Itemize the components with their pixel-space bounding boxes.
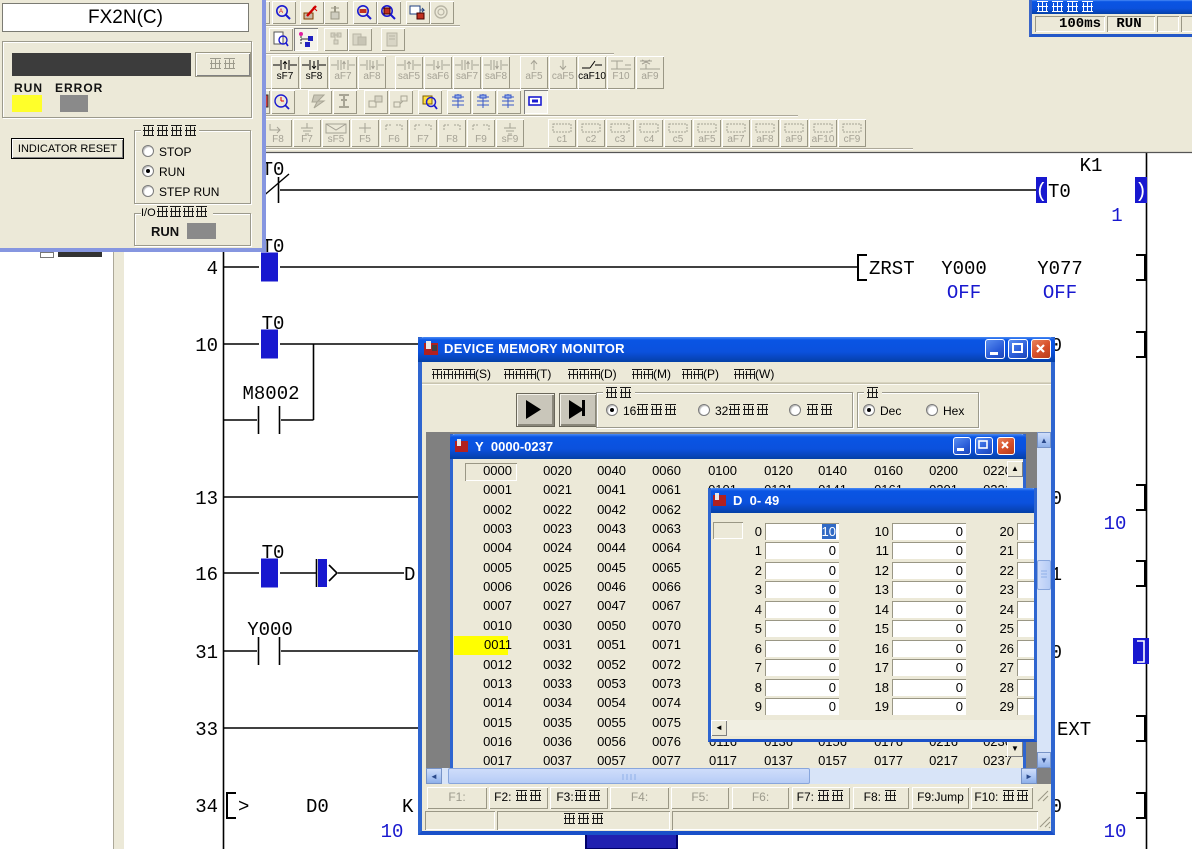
svg-text:T0: T0: [1048, 181, 1071, 203]
svg-text:31: 31: [195, 642, 218, 664]
svg-text:4: 4: [207, 258, 218, 280]
svg-text:10: 10: [1104, 821, 1127, 843]
svg-text:OFF: OFF: [1043, 282, 1077, 304]
svg-text:ZRST: ZRST: [869, 258, 915, 280]
svg-text:OFF: OFF: [947, 282, 981, 304]
svg-text:10: 10: [1104, 513, 1127, 535]
svg-text:13: 13: [195, 488, 218, 510]
svg-text:10: 10: [195, 335, 218, 357]
svg-text:K1: K1: [1080, 155, 1103, 177]
svg-text:T0: T0: [262, 542, 285, 564]
svg-text:33: 33: [195, 719, 218, 741]
svg-text:>: >: [238, 796, 249, 818]
svg-text:D0: D0: [306, 796, 329, 818]
svg-text:EXT: EXT: [1057, 719, 1091, 741]
svg-text:16: 16: [195, 564, 218, 586]
svg-text:Y077: Y077: [1037, 258, 1083, 280]
svg-text:): ): [1135, 181, 1147, 204]
svg-text:D: D: [404, 564, 415, 586]
svg-text:(: (: [1035, 181, 1047, 204]
svg-text:T0: T0: [262, 313, 285, 335]
svg-text:K: K: [402, 796, 414, 818]
svg-text:Y000: Y000: [247, 619, 293, 641]
svg-text:10: 10: [381, 821, 404, 843]
svg-text:1: 1: [1111, 205, 1122, 227]
svg-text:34: 34: [195, 796, 218, 818]
svg-text:Y000: Y000: [941, 258, 987, 280]
svg-text:M8002: M8002: [242, 383, 299, 405]
